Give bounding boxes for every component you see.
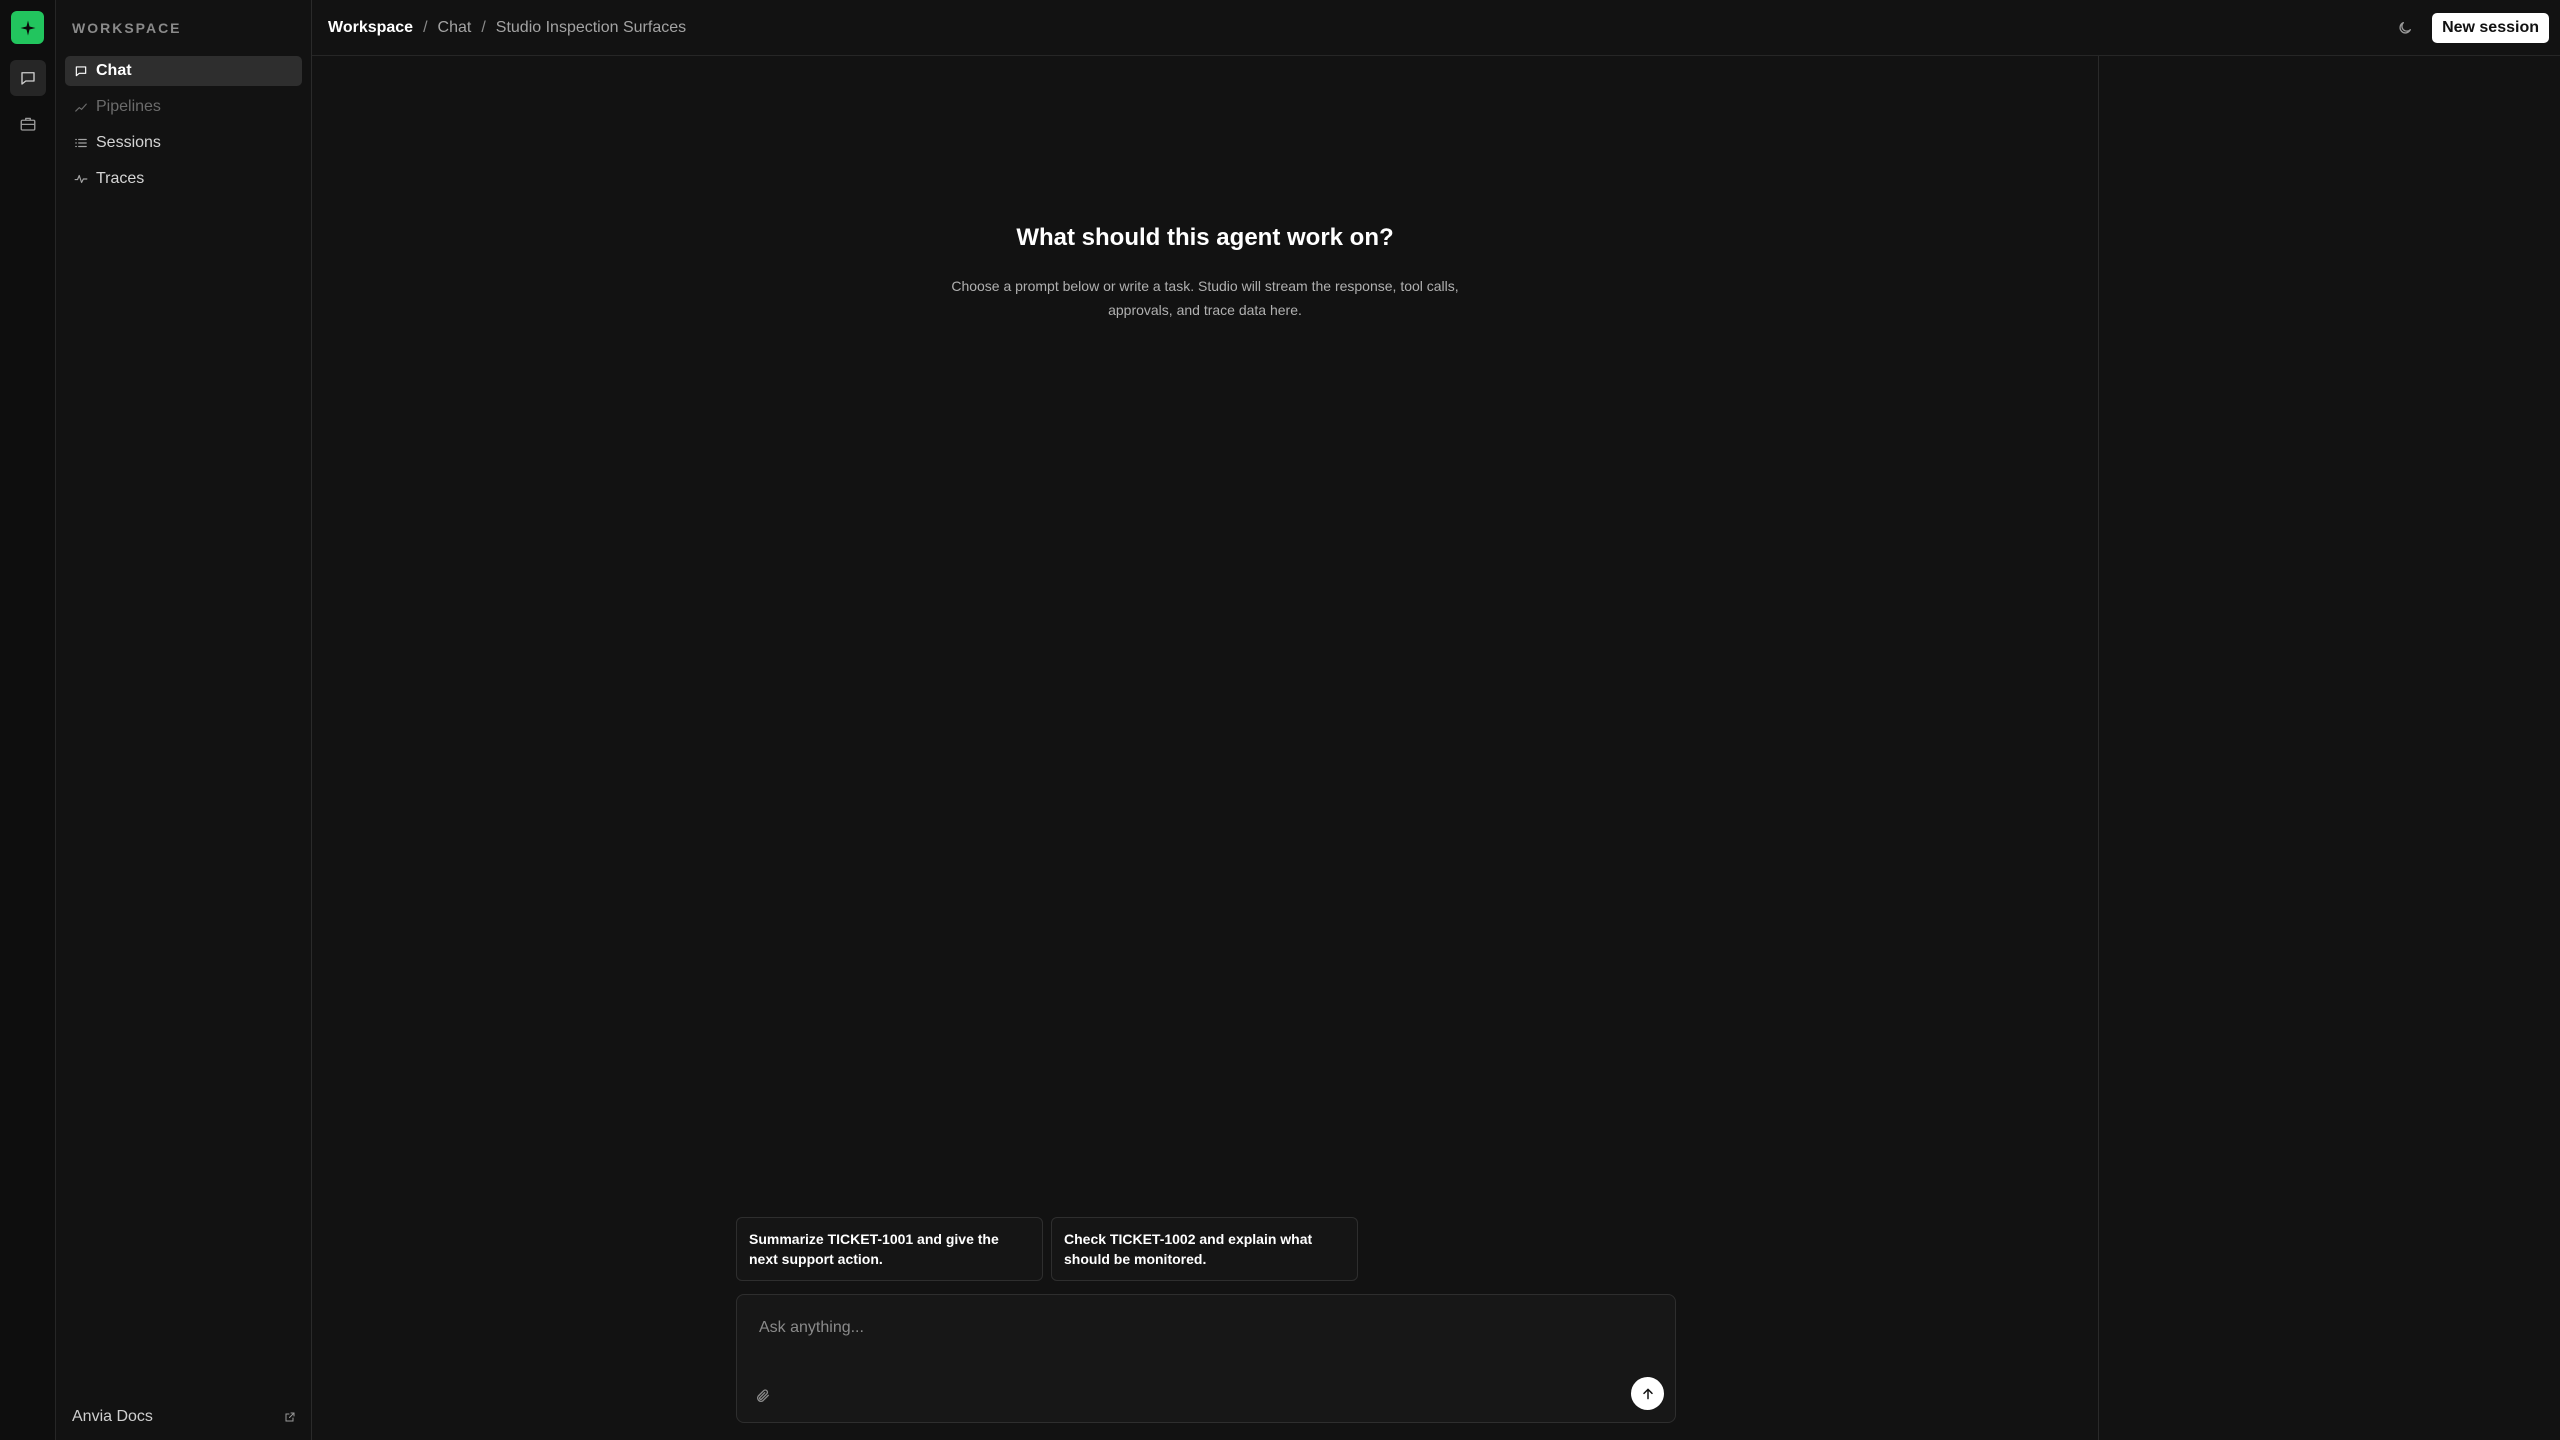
top-bar: Workspace / Chat / Studio Inspection Sur… — [312, 0, 2560, 56]
chat-input[interactable] — [759, 1319, 1639, 1337]
prompt-suggestions: Summarize TICKET-1001 and give the next … — [736, 1217, 1358, 1281]
app-logo[interactable] — [11, 11, 44, 44]
external-link-icon — [285, 1412, 295, 1422]
paperclip-icon — [757, 1389, 769, 1402]
send-button[interactable] — [1631, 1377, 1664, 1410]
attach-button[interactable] — [755, 1388, 773, 1406]
sidebar: WORKSPACE Chat Pipelines Sessions Traces — [56, 0, 312, 1440]
arrow-up-icon — [1642, 1388, 1653, 1399]
list-icon — [75, 138, 87, 148]
sidebar-section-label: WORKSPACE — [72, 20, 182, 36]
sidebar-item-label: Chat — [96, 62, 132, 79]
rail-chat-button[interactable] — [10, 60, 46, 96]
docs-link[interactable]: Anvia Docs — [72, 1408, 296, 1426]
chat-icon — [21, 72, 35, 85]
suggestion-card[interactable]: Summarize TICKET-1001 and give the next … — [736, 1217, 1043, 1281]
breadcrumb-separator: / — [481, 18, 486, 36]
briefcase-icon — [20, 117, 36, 131]
empty-state: What should this agent work on? Choose a… — [312, 224, 2098, 322]
message-icon — [75, 66, 87, 77]
chat-composer — [736, 1294, 1676, 1423]
breadcrumb: Workspace / Chat / Studio Inspection Sur… — [328, 19, 686, 37]
activity-icon — [74, 174, 88, 184]
sidebar-item-chat[interactable]: Chat — [65, 56, 302, 86]
suggestion-card[interactable]: Check TICKET-1002 and explain what shoul… — [1051, 1217, 1358, 1281]
theme-toggle-button[interactable] — [2394, 17, 2416, 39]
new-session-button[interactable]: New session — [2432, 13, 2549, 43]
breadcrumb-workspace[interactable]: Workspace — [328, 19, 413, 37]
icon-rail — [0, 0, 56, 1440]
sidebar-item-traces[interactable]: Traces — [65, 164, 302, 194]
moon-icon — [2399, 22, 2411, 34]
breadcrumb-current: Studio Inspection Surfaces — [495, 18, 687, 36]
sidebar-item-label: Sessions — [96, 134, 161, 151]
breadcrumb-separator: / — [423, 18, 428, 36]
pipeline-icon — [75, 103, 87, 112]
sparkle-icon — [20, 20, 35, 35]
empty-state-title: What should this agent work on? — [1016, 224, 1394, 251]
sidebar-item-label: Traces — [96, 170, 145, 187]
breadcrumb-chat[interactable]: Chat — [438, 19, 472, 37]
docs-link-label: Anvia Docs — [72, 1408, 153, 1425]
empty-state-subtitle: Choose a prompt below or write a task. S… — [951, 278, 1459, 318]
app-window: WORKSPACE Chat Pipelines Sessions Traces — [0, 0, 2560, 1440]
sidebar-item-label: Pipelines — [96, 98, 161, 115]
sidebar-item-pipelines[interactable]: Pipelines — [65, 92, 302, 122]
inspector-panel — [2098, 56, 2560, 1440]
sidebar-item-sessions[interactable]: Sessions — [65, 128, 302, 158]
rail-toolbox-button[interactable] — [10, 106, 46, 142]
